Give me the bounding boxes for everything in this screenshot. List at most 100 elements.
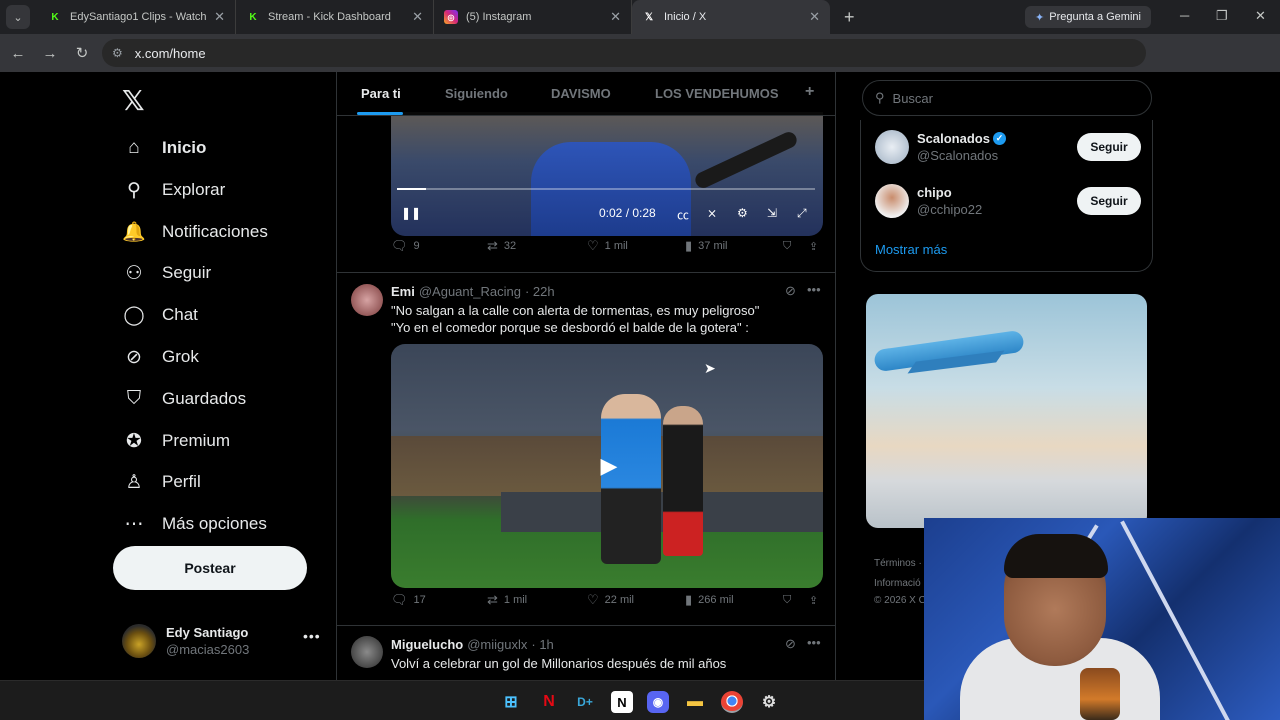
- back-icon[interactable]: ←: [4, 45, 32, 62]
- browser-tab-instagram[interactable]: ◎ (5) Instagram ✕: [434, 0, 632, 34]
- sidebar-item-label: Más opciones: [162, 514, 267, 533]
- share-icon[interactable]: ⇪: [809, 594, 818, 607]
- views-button[interactable]: ▮ 266 mil: [685, 592, 734, 608]
- sidebar-item-explorar[interactable]: ⚲ Explorar: [122, 170, 225, 210]
- avatar: [875, 184, 909, 218]
- discord-icon[interactable]: ◉: [647, 691, 669, 713]
- bookmark-icon[interactable]: ⛉: [783, 594, 791, 607]
- suggestion-name: chipo: [917, 185, 952, 200]
- heart-icon: ♡: [587, 238, 599, 253]
- more-icon[interactable]: •••: [807, 282, 821, 297]
- windows-start-icon[interactable]: ⊞: [500, 691, 522, 713]
- author-name[interactable]: Miguelucho: [391, 637, 463, 652]
- follow-button[interactable]: Seguir: [1077, 187, 1141, 215]
- video-progress-bar[interactable]: [397, 188, 815, 190]
- disney-plus-icon[interactable]: D+: [574, 691, 596, 713]
- forward-icon[interactable]: →: [36, 45, 64, 62]
- tweet-text: "Yo en el comedor porque se desbordó el …: [391, 320, 749, 335]
- sidebar-item-inicio[interactable]: ⌂ Inicio: [122, 128, 206, 168]
- follow-button[interactable]: Seguir: [1077, 133, 1141, 161]
- tab-davismo[interactable]: DAVISMO: [551, 86, 611, 101]
- close-tab-icon[interactable]: ✕: [214, 9, 225, 25]
- url-bar[interactable]: ⚙ x.com/home: [102, 39, 1146, 67]
- ad-image[interactable]: [866, 294, 1147, 528]
- fullscreen-icon[interactable]: ⤢: [797, 206, 807, 221]
- settings-app-icon[interactable]: ⚙: [758, 691, 780, 713]
- browser-tab-kick-clips[interactable]: K EdySantiago1 Clips - Watch Liv ✕: [38, 0, 236, 34]
- sidebar-item-guardados[interactable]: ⛉ Guardados: [122, 379, 246, 419]
- more-icon[interactable]: •••: [303, 628, 321, 644]
- avatar[interactable]: [351, 636, 383, 668]
- footer-info-link[interactable]: Informació: [874, 578, 921, 589]
- sidebar-item-premium[interactable]: ✪ Premium: [122, 421, 230, 461]
- author-name[interactable]: Emi: [391, 284, 415, 299]
- repost-button[interactable]: ⇄ 32: [487, 238, 516, 254]
- browser-tab-kick-dashboard[interactable]: K Stream - Kick Dashboard ✕: [236, 0, 434, 34]
- tab-siguiendo[interactable]: Siguiendo: [445, 86, 508, 101]
- tweet-time[interactable]: · 22h: [525, 284, 555, 299]
- browser-tab-x[interactable]: 𝕏 Inicio / X ✕: [632, 0, 830, 34]
- post-button[interactable]: Postear: [113, 546, 307, 590]
- tab-los-vendehumos[interactable]: LOS VENDEHUMOS: [655, 86, 779, 101]
- tab-para-ti[interactable]: Para ti: [361, 86, 401, 101]
- timeline: Para ti Siguiendo DAVISMO LOS VENDEHUMOS…: [336, 72, 836, 680]
- sidebar-item-label: Inicio: [162, 138, 207, 157]
- bookmark-icon[interactable]: ⛉: [783, 240, 791, 253]
- like-button[interactable]: ♡ 22 mil: [587, 592, 634, 608]
- gemini-button[interactable]: ✦ Pregunta a Gemini: [1025, 6, 1151, 28]
- mute-icon[interactable]: ⨯: [707, 206, 717, 220]
- avatar[interactable]: [351, 284, 383, 316]
- grok-icon[interactable]: ⊘: [785, 636, 796, 652]
- reply-button[interactable]: 🗨 17: [391, 592, 426, 608]
- views-button[interactable]: ▮ 37 mil: [685, 238, 728, 254]
- pip-icon[interactable]: ⇲: [767, 206, 777, 220]
- site-info-icon[interactable]: ⚙: [112, 46, 123, 60]
- x-logo[interactable]: 𝕏: [122, 84, 145, 117]
- restore-icon[interactable]: ❐: [1216, 8, 1228, 24]
- play-icon[interactable]: ▶: [595, 452, 623, 480]
- who-to-follow: Scalonados ✓ @Scalonados Seguir chipo @cc…: [860, 120, 1153, 272]
- sidebar-item-seguir[interactable]: ⚇ Seguir: [122, 253, 211, 293]
- like-button[interactable]: ♡ 1 mil: [587, 238, 628, 254]
- captions-icon[interactable]: ㏄: [677, 206, 689, 223]
- reply-button[interactable]: 🗨 9: [391, 238, 420, 254]
- sidebar-item-mas-opciones[interactable]: ⋯ Más opciones: [122, 504, 267, 544]
- more-icon[interactable]: •••: [807, 635, 821, 650]
- close-tab-icon[interactable]: ✕: [809, 9, 820, 25]
- settings-icon[interactable]: ⚙: [737, 206, 748, 220]
- chrome-icon[interactable]: [721, 691, 743, 713]
- suggestion-handle: @Scalonados: [917, 148, 999, 163]
- share-icon[interactable]: ⇪: [809, 240, 818, 253]
- footer-terms-link[interactable]: Términos ·: [874, 558, 922, 569]
- add-tab-button[interactable]: +: [805, 83, 814, 101]
- tweet-video[interactable]: ❚❚ 0:02 / 0:28 ㏄ ⨯ ⚙ ⇲ ⤢: [391, 112, 823, 236]
- minimize-icon[interactable]: ─: [1180, 8, 1189, 23]
- follow-suggestion[interactable]: Scalonados ✓ @Scalonados Seguir: [875, 130, 1141, 164]
- sidebar-item-chat[interactable]: ◯ Chat: [122, 295, 198, 335]
- sidebar-item-notificaciones[interactable]: 🔔 Notificaciones: [122, 212, 268, 252]
- follow-suggestion[interactable]: chipo @cchipo22 Seguir: [875, 184, 1141, 218]
- account-switcher[interactable]: Edy Santiago @macias2603: [122, 624, 249, 658]
- grok-icon[interactable]: ⊘: [785, 283, 796, 299]
- netflix-icon[interactable]: N: [538, 691, 560, 713]
- sidebar-item-label: Guardados: [162, 389, 247, 408]
- file-explorer-icon[interactable]: ▬: [684, 691, 706, 713]
- close-window-icon[interactable]: ✕: [1255, 8, 1266, 24]
- repost-button[interactable]: ⇄ 1 mil: [487, 592, 527, 608]
- close-tab-icon[interactable]: ✕: [412, 9, 423, 25]
- tab-search-button[interactable]: ⌄: [6, 5, 30, 29]
- tweet-time[interactable]: · 1h: [531, 637, 553, 652]
- show-more-link[interactable]: Mostrar más: [875, 242, 947, 257]
- pause-icon[interactable]: ❚❚: [401, 206, 421, 220]
- author-handle[interactable]: @miiguxlx: [467, 637, 527, 652]
- tweet-video[interactable]: ▶: [391, 344, 823, 588]
- new-tab-button[interactable]: +: [844, 7, 855, 28]
- search-input[interactable]: ⚲ Buscar: [862, 80, 1152, 116]
- x-icon: 𝕏: [644, 11, 654, 23]
- sidebar-item-perfil[interactable]: ♙ Perfil: [122, 462, 200, 502]
- author-handle[interactable]: @Aguant_Racing: [419, 284, 521, 299]
- sidebar-item-grok[interactable]: ⊘ Grok: [122, 337, 199, 377]
- close-tab-icon[interactable]: ✕: [610, 9, 621, 25]
- reload-icon[interactable]: ↻: [68, 44, 96, 62]
- notion-icon[interactable]: N: [611, 691, 633, 713]
